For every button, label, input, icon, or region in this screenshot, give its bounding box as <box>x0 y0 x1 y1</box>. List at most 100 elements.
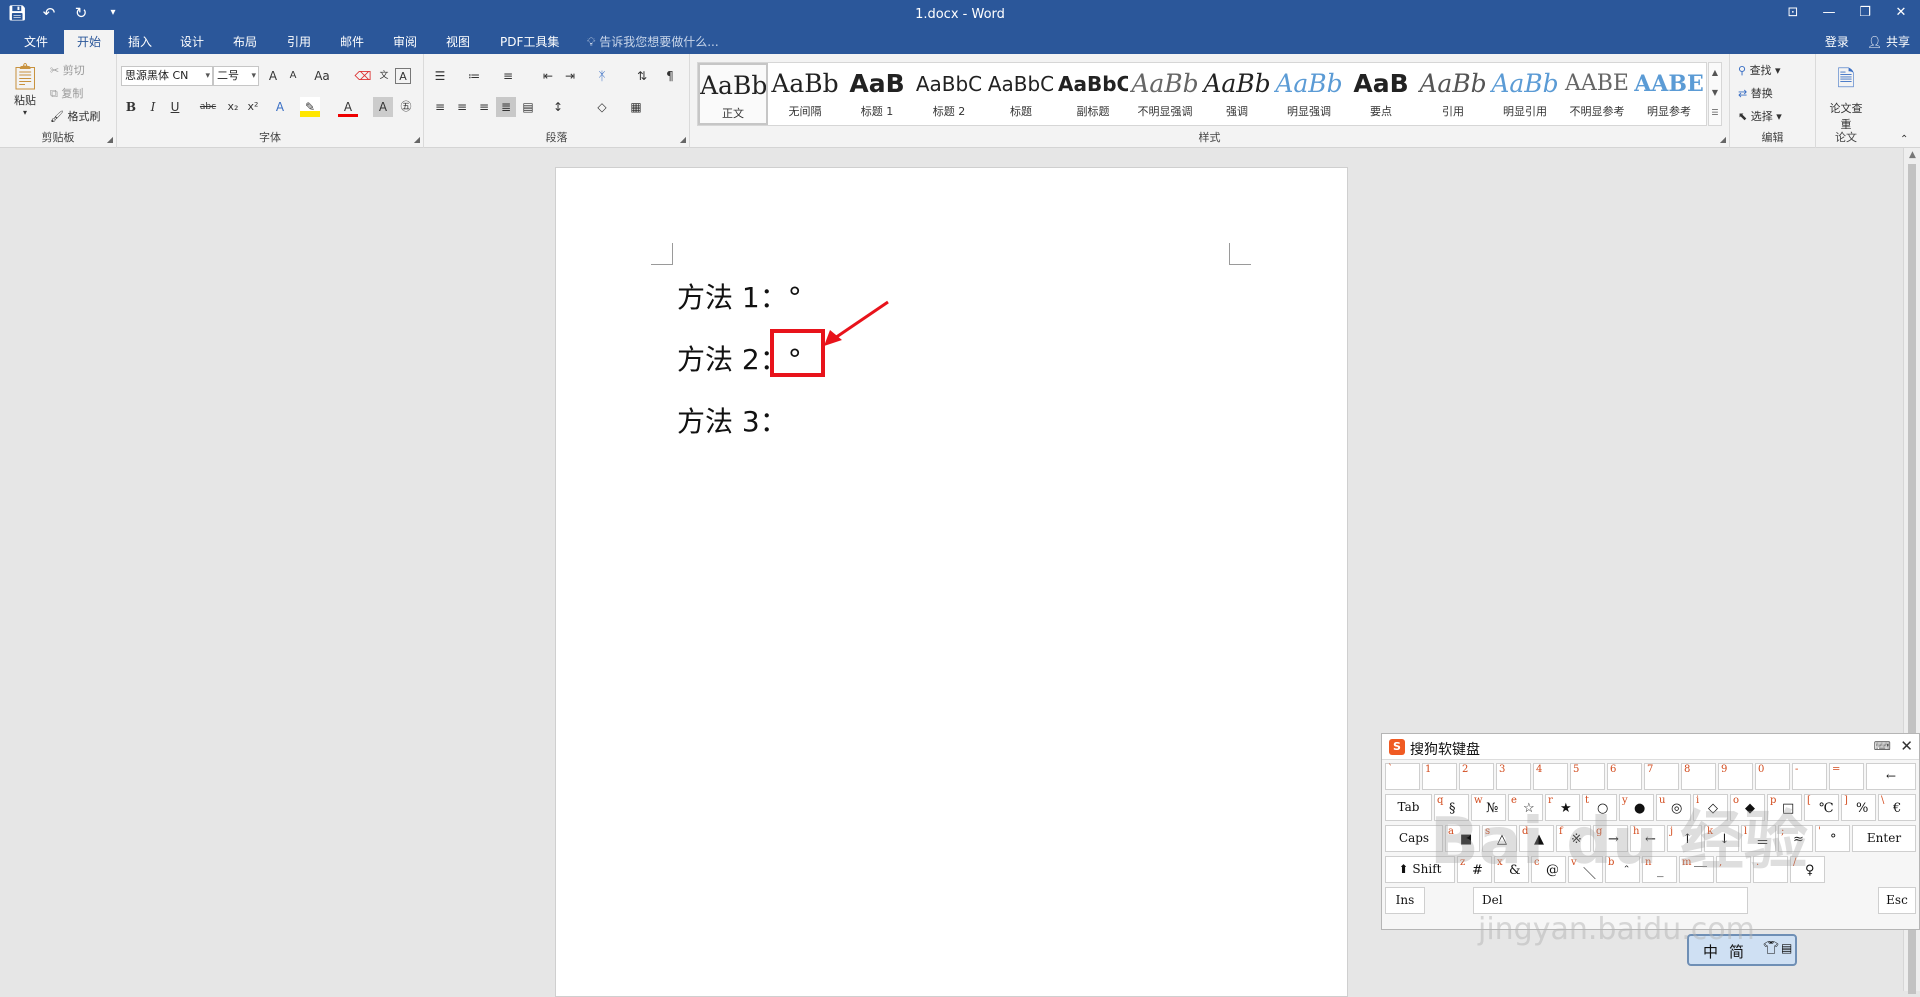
esc-key[interactable]: Esc <box>1878 887 1916 914</box>
style-strong[interactable]: AaB 要点 <box>1346 63 1416 125</box>
format-painter-button[interactable]: 🖌︎ 格式刷 <box>50 108 100 124</box>
key-degree[interactable]: ' ° <box>1815 825 1850 852</box>
borders-icon[interactable]: ▦ <box>626 97 646 117</box>
gallery-more-icon[interactable]: ☰ <box>1709 103 1721 123</box>
key[interactable]: 0 <box>1755 763 1790 790</box>
font-launcher-icon[interactable]: ◢ <box>414 135 420 144</box>
multilevel-list-icon[interactable]: ≡ <box>498 66 518 86</box>
char-shading-icon[interactable]: A <box>373 97 393 117</box>
doc-paragraph-1[interactable]: 方法 1：° <box>677 276 802 316</box>
style-intense-emphasis[interactable]: AaBb 明显强调 <box>1274 63 1344 125</box>
tab-home[interactable]: 开始 <box>64 30 114 54</box>
login-link[interactable]: 登录 <box>1825 30 1849 54</box>
font-size-select[interactable]: 二号 <box>213 66 259 86</box>
style-heading-2[interactable]: AaBbC 标题 2 <box>914 63 984 125</box>
strikethrough-button[interactable]: abc <box>195 97 221 117</box>
key[interactable]: 2 <box>1459 763 1494 790</box>
minimize-icon[interactable]: — <box>1816 3 1842 23</box>
space-key[interactable]: Del <box>1473 887 1748 914</box>
sort-icon[interactable]: ⇅ <box>632 66 652 86</box>
key[interactable]: 7 <box>1644 763 1679 790</box>
grow-font-button[interactable]: A <box>263 66 283 86</box>
shrink-font-button[interactable]: A <box>283 66 303 86</box>
key[interactable]: ]% <box>1841 794 1876 821</box>
key[interactable]: 8 <box>1681 763 1716 790</box>
styles-gallery-scroll[interactable]: ▲ ▼ ☰ <box>1708 62 1722 126</box>
align-center-icon[interactable]: ≡ <box>452 97 472 117</box>
key[interactable]: 9 <box>1718 763 1753 790</box>
key[interactable]: = <box>1829 763 1864 790</box>
key[interactable]: [℃ <box>1804 794 1839 821</box>
bullets-icon[interactable]: ☰ <box>430 66 450 86</box>
tab-references[interactable]: 引用 <box>277 30 321 54</box>
find-button[interactable]: ⚲ 查找 ▾ <box>1738 62 1781 78</box>
justify-icon[interactable]: ≣ <box>496 97 516 117</box>
key[interactable]: 1 <box>1422 763 1457 790</box>
style-subtle-emphasis[interactable]: AaBb 不明显强调 <box>1130 63 1200 125</box>
chevron-up-icon[interactable]: ▲ <box>1709 63 1721 83</box>
increase-indent-icon[interactable]: ⇥ <box>560 66 580 86</box>
clipboard-launcher-icon[interactable]: ◢ <box>107 135 113 144</box>
copy-button[interactable]: ⧉ 复制 <box>50 85 83 101</box>
document-page[interactable] <box>555 167 1348 997</box>
chinese-layout-icon[interactable]: ᛡ <box>592 66 612 86</box>
tab-mailings[interactable]: 邮件 <box>330 30 374 54</box>
ribbon-display-icon[interactable]: ⊡ <box>1780 3 1806 23</box>
align-left-icon[interactable]: ≡ <box>430 97 450 117</box>
replace-button[interactable]: ⇄ 替换 <box>1738 85 1773 101</box>
key[interactable]: \ € <box>1878 794 1916 821</box>
tab-key[interactable]: Tab <box>1385 794 1432 821</box>
bold-button[interactable]: B <box>121 97 141 117</box>
restore-icon[interactable]: ❐ <box>1852 3 1878 23</box>
style-normal[interactable]: AaBb 正文 <box>698 63 768 125</box>
font-color-icon[interactable]: A <box>338 97 358 117</box>
subscript-button[interactable]: x₂ <box>223 97 243 117</box>
style-title[interactable]: AaBbC 标题 <box>986 63 1056 125</box>
share-button[interactable]: 👤︎ 共享 <box>1867 30 1910 54</box>
tab-design[interactable]: 设计 <box>170 30 214 54</box>
distributed-icon[interactable]: ▤ <box>518 97 538 117</box>
styles-launcher-icon[interactable]: ◢ <box>1720 135 1726 144</box>
key[interactable]: 5 <box>1570 763 1605 790</box>
show-marks-icon[interactable]: ¶ <box>660 66 680 86</box>
italic-button[interactable]: I <box>143 97 163 117</box>
style-intense-quote[interactable]: AaBb 明显引用 <box>1490 63 1560 125</box>
doc-paragraph-3[interactable]: 方法 3： <box>677 400 788 440</box>
ins-key[interactable]: Ins <box>1385 887 1425 914</box>
scroll-up-icon[interactable]: ▲ <box>1904 150 1920 160</box>
close-icon[interactable]: ✕ <box>1888 3 1914 23</box>
tab-pdf-tools[interactable]: PDF工具集 <box>490 30 569 54</box>
change-case-button[interactable]: Aa <box>308 66 336 86</box>
ime-skin-icon[interactable]: 👕︎ <box>1763 941 1780 956</box>
clear-format-icon[interactable]: ⌫ <box>353 66 373 86</box>
align-right-icon[interactable]: ≡ <box>474 97 494 117</box>
tab-insert[interactable]: 插入 <box>118 30 162 54</box>
ime-toolbox-icon[interactable]: ▤ <box>1781 941 1792 955</box>
key[interactable]: 6 <box>1607 763 1642 790</box>
shading-icon[interactable]: ◇ <box>592 97 612 117</box>
cut-button[interactable]: ✂ 剪切 <box>50 62 85 78</box>
tab-view[interactable]: 视图 <box>436 30 480 54</box>
keyboard-icon[interactable]: ⌨ <box>1874 739 1891 753</box>
numbering-icon[interactable]: ≔ <box>464 66 484 86</box>
key[interactable]: ` <box>1385 763 1420 790</box>
paste-button[interactable]: 📋︎ 粘贴 ▾ <box>8 62 42 117</box>
paragraph-launcher-icon[interactable]: ◢ <box>680 135 686 144</box>
style-intense-reference[interactable]: AABE 明显参考 <box>1634 63 1704 125</box>
tell-me-box[interactable]: 💡︎ 告诉我您想要做什么... <box>587 30 719 54</box>
select-button[interactable]: ⬉ 选择 ▾ <box>1738 108 1782 124</box>
backspace-key[interactable]: ← <box>1866 763 1916 790</box>
highlight-icon[interactable]: ✎ <box>300 97 320 117</box>
style-quote[interactable]: AaBb 引用 <box>1418 63 1488 125</box>
line-spacing-icon[interactable]: ↕ <box>548 97 568 117</box>
text-effects-icon[interactable]: A <box>270 97 290 117</box>
decrease-indent-icon[interactable]: ⇤ <box>538 66 558 86</box>
style-emphasis[interactable]: AaBb 强调 <box>1202 63 1272 125</box>
collapse-ribbon-icon[interactable]: ⌃ <box>1900 134 1908 145</box>
phonetic-guide-icon[interactable]: 文 <box>374 66 394 86</box>
style-heading-1[interactable]: AaB 标题 1 <box>842 63 912 125</box>
style-no-spacing[interactable]: AaBb 无间隔 <box>770 63 840 125</box>
underline-button[interactable]: U <box>165 97 185 117</box>
enter-key[interactable]: Enter <box>1852 825 1916 852</box>
tab-review[interactable]: 审阅 <box>383 30 427 54</box>
